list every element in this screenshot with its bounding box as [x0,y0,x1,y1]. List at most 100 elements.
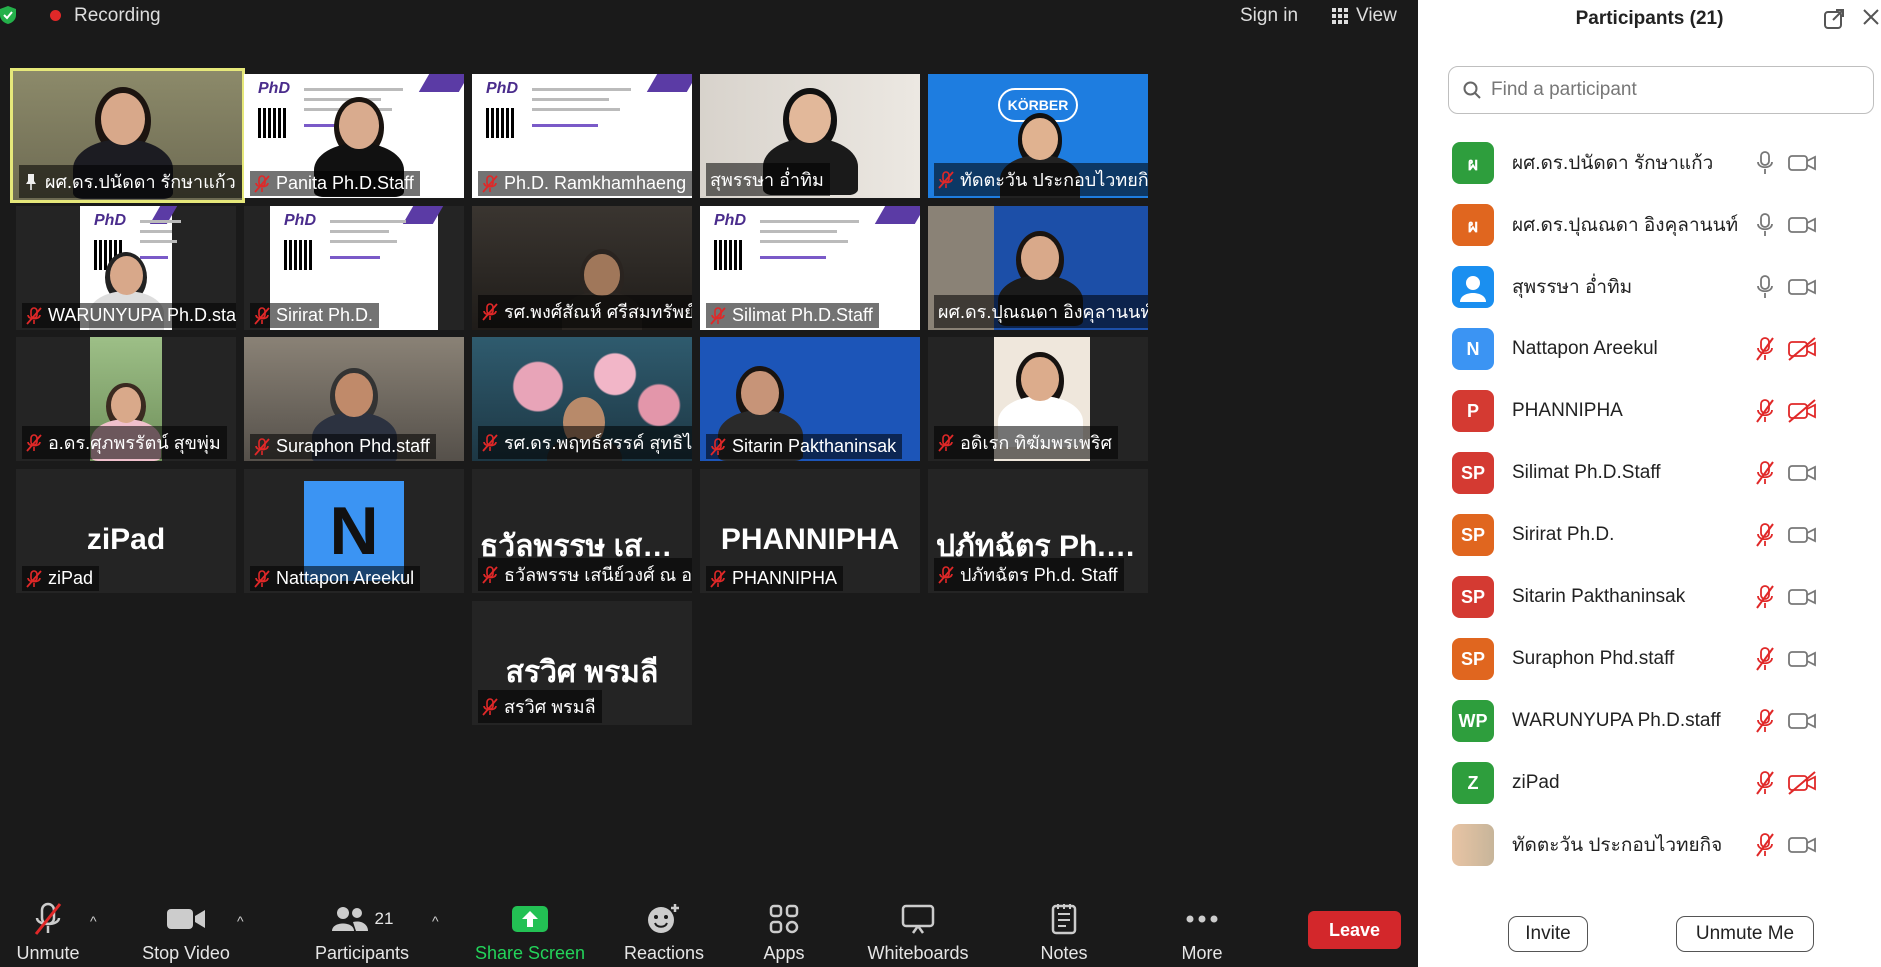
close-icon[interactable] [1862,8,1880,26]
participant-video-tile[interactable]: อดิเรก ทิฆัมพรเพริศ [928,337,1148,461]
participant-video-tile[interactable]: ผศ.ดร.ปนัดดา รักษาแก้ว [10,68,245,203]
participant-list-item[interactable]: ผ ผศ.ดร.ปุณณดา อิงคุลานนท์ [1418,194,1881,256]
participant-name-tag: WARUNYUPA Ph.D.staff [22,303,236,328]
invite-button[interactable]: Invite [1508,916,1588,952]
participant-search[interactable] [1448,66,1874,114]
mic-icon[interactable] [1756,275,1774,299]
participants-count: 21 [374,909,394,928]
participant-list-item[interactable]: SP Sitarin Pakthaninsak [1418,566,1881,628]
participants-button[interactable]: 21 Participants [307,895,417,967]
video-options-caret-icon[interactable]: ^ [237,913,244,929]
mic-muted-icon[interactable] [1756,709,1774,733]
participants-options-caret-icon[interactable]: ^ [432,913,439,929]
participant-display-name: PHANNIPHA [720,523,900,556]
video-icon[interactable] [1788,833,1816,857]
video-icon[interactable] [1788,585,1816,609]
participant-video-tile[interactable]: PhD WARUNYUPA Ph.D.staff [16,206,236,330]
recording-label[interactable]: Recording [74,5,161,27]
stop-video-button[interactable]: Stop Video [136,895,236,967]
participant-video-tile[interactable]: ผศ.ดร.ปุณณดา อิงคุลานนท์ [928,206,1148,330]
participant-video-tile[interactable]: PhD Sirirat Ph.D. [244,206,464,330]
reactions-button[interactable]: Reactions [620,895,708,967]
video-off-icon[interactable] [1788,337,1816,361]
participant-name-tag: อดิเรก ทิฆัมพรเพริศ [934,426,1118,459]
participant-list-name: Suraphon Phd.staff [1512,648,1675,669]
mic-icon[interactable] [1756,151,1774,175]
unmute-button[interactable]: Unmute [8,895,88,967]
video-icon[interactable] [1788,275,1816,299]
participant-list-item[interactable]: SP Silimat Ph.D.Staff [1418,442,1881,504]
participant-name-label: Nattapon Areekul [276,568,415,588]
participant-video-tile[interactable]: ปภัทฉัตร Ph.d. S...ปภัทฉัตร Ph.d. Staff [928,469,1148,593]
view-button[interactable]: View [1332,5,1397,27]
participant-video-tile[interactable]: N Nattapon Areekul [244,469,464,593]
mic-muted-icon[interactable] [1756,399,1774,423]
participant-video-tile[interactable]: PhD Silimat Ph.D.Staff [700,206,920,330]
participant-video-tile[interactable]: PhD Panita Ph.D.Staff [244,74,464,198]
participant-name-tag: ผศ.ดร.ปนัดดา รักษาแก้ว [19,165,242,198]
participant-list-item[interactable]: ทัดตะวัน ประกอบไวทยกิจ [1418,814,1881,876]
unmute-me-button[interactable]: Unmute Me [1676,916,1814,952]
participant-video-tile[interactable]: ziPad ziPad [16,469,236,593]
mic-muted-icon[interactable] [1756,833,1774,857]
participant-list-item[interactable]: WP WARUNYUPA Ph.D.staff [1418,690,1881,752]
participant-list-item[interactable]: สุพรรษา อ่ำทิม [1418,256,1881,318]
video-icon[interactable] [1788,647,1816,671]
more-button[interactable]: More [1162,895,1242,967]
video-icon[interactable] [1788,461,1816,485]
leave-button[interactable]: Leave [1308,911,1401,949]
participant-video-tile[interactable]: อ.ดร.ศุภพรรัตน์ สุขพุ่ม [16,337,236,461]
participant-video-tile[interactable]: สุพรรษา อ่ำทิม [700,74,920,198]
mic-muted-icon[interactable] [1756,771,1774,795]
participant-list-item[interactable]: SP Suraphon Phd.staff [1418,628,1881,690]
mic-muted-icon[interactable] [1756,647,1774,671]
video-icon[interactable] [1788,213,1816,237]
participant-video-tile[interactable]: ธวัลพรรษ เสนีย์ว...ธวัลพรรษ เสนีย์วงศ์ ณ… [472,469,692,593]
participant-name-label: ziPad [48,568,94,588]
avatar: P [1452,390,1494,432]
participant-video-tile[interactable]: รศ.ดร.พฤทธ์สรรค์ สุทธิไชยเมธี [472,337,692,461]
mic-muted-icon[interactable] [1756,523,1774,547]
video-off-icon[interactable] [1788,399,1816,423]
video-icon[interactable] [1788,523,1816,547]
pop-out-icon[interactable] [1823,8,1845,30]
person-face [109,256,143,295]
share-screen-button[interactable]: Share Screen [475,895,585,967]
participant-list-item[interactable]: SP Sirirat Ph.D. [1418,504,1881,566]
shield-check-icon[interactable] [0,6,16,24]
participant-video-tile[interactable]: PhD Ph.D. Ramkhamhaeng Un... [472,74,692,198]
participant-name-tag: Silimat Ph.D.Staff [706,303,879,328]
participant-list-name: Sitarin Pakthaninsak [1512,586,1686,607]
participant-video-tile[interactable]: KÖRBER ทัดตะวัน ประกอบไวทยกิจ [928,74,1148,198]
participant-video-tile[interactable]: รศ.พงศ์สัณห์ ศรีสมทรัพย์ [472,206,692,330]
poster-stripe [646,74,692,92]
search-input[interactable] [1491,79,1851,101]
mic-muted-icon[interactable] [1756,585,1774,609]
video-icon[interactable] [1788,709,1816,733]
poster-text-line [760,256,826,259]
mic-icon[interactable] [1756,213,1774,237]
mic-muted-icon[interactable] [1756,337,1774,361]
poster-text-line [330,240,397,243]
apps-button[interactable]: Apps [744,895,824,967]
poster-text-line [140,256,168,259]
notes-button[interactable]: Notes [1024,895,1104,967]
participant-video-tile[interactable]: สรวิศ พรมลี สรวิศ พรมลี [472,601,692,725]
participant-list-item[interactable]: P PHANNIPHA [1418,380,1881,442]
sign-in-link[interactable]: Sign in [1240,5,1298,27]
participant-list-item[interactable]: N Nattapon Areekul [1418,318,1881,380]
mic-muted-icon[interactable] [1756,461,1774,485]
video-off-icon[interactable] [1788,771,1816,795]
whiteboards-button[interactable]: Whiteboards [862,895,974,967]
video-icon[interactable] [1788,151,1816,175]
audio-options-caret-icon[interactable]: ^ [90,913,97,929]
participant-video-tile[interactable]: Suraphon Phd.staff [244,337,464,461]
participant-list-item[interactable]: ZziPad [1418,752,1881,814]
participant-list-name: WARUNYUPA Ph.D.staff [1512,710,1721,731]
whiteboard-icon [901,904,935,934]
participant-video-tile[interactable]: Sitarin Pakthaninsak [700,337,920,461]
participant-video-tile[interactable]: PHANNIPHA PHANNIPHA [700,469,920,593]
participant-list-item[interactable]: ผ ผศ.ดร.ปนัดดา รักษาแก้ว [1418,132,1881,194]
participant-name-label: รศ.ดร.พฤทธ์สรรค์ สุทธิไชยเมธี [504,433,692,453]
mic-muted-icon [26,433,42,452]
